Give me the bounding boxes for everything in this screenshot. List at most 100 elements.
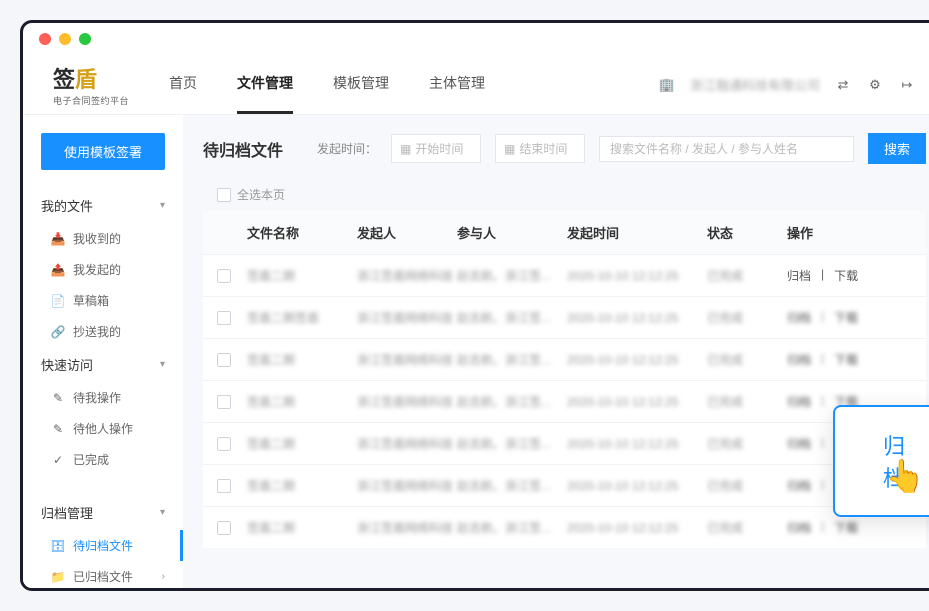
row-checkbox[interactable]	[217, 269, 231, 283]
logout-icon[interactable]: ↦	[898, 76, 916, 94]
check-icon: ✓	[51, 453, 65, 467]
file-table: 文件名称 发起人 参与人 发起时间 状态 操作 签盾二期浙江签盾网络科技赵志航、…	[203, 211, 926, 548]
archive-link[interactable]: 归档	[787, 267, 811, 284]
table-row: 签盾二期浙江签盾网络科技赵志航、浙江签...2020-10-10 12:12:2…	[203, 506, 926, 548]
row-checkbox[interactable]	[217, 311, 231, 325]
close-window-button[interactable]	[39, 33, 51, 45]
folder-icon: 📁	[51, 570, 65, 584]
sidebar-item-initiated[interactable]: 📤我发起的	[23, 254, 183, 285]
sidebar-item-pending-archive[interactable]: 🗄待归档文件	[23, 530, 183, 561]
cell-status: 已完成	[707, 267, 787, 284]
window-title-bar	[23, 23, 929, 55]
pending-icon: ✎	[51, 391, 65, 405]
download-link[interactable]: 下载	[834, 519, 858, 536]
sidebar-item-archived[interactable]: 📁已归档文件›	[23, 561, 183, 588]
divider: |	[821, 393, 824, 410]
cell-participant: 赵志航、浙江签...	[457, 351, 567, 368]
archive-link[interactable]: 归档	[787, 309, 811, 326]
cell-time: 2020-10-10 12:12:25	[567, 311, 707, 325]
col-initiator: 发起人	[357, 223, 457, 242]
sidebar-item-pending-others[interactable]: ✎ 待他人操作	[23, 413, 183, 444]
cell-time: 2020-10-10 12:12:25	[567, 269, 707, 283]
sidebar-item-label: 待归档文件	[73, 537, 133, 554]
chevron-down-icon: ▾	[160, 359, 165, 370]
col-name: 文件名称	[247, 223, 357, 242]
download-link[interactable]: 下载	[834, 351, 858, 368]
row-checkbox[interactable]	[217, 479, 231, 493]
minimize-window-button[interactable]	[59, 33, 71, 45]
time-label: 发起时间：	[317, 140, 377, 157]
app-header: 签盾 电子合同签约平台 首页 文件管理 模板管理 主体管理 🏢 浙江融通科技有限…	[23, 55, 929, 115]
cell-name: 签盾二期	[247, 267, 357, 284]
nav-templates[interactable]: 模板管理	[333, 55, 389, 114]
cell-participant: 赵志航、浙江签...	[457, 267, 567, 284]
cell-initiator: 浙江签盾网络科技	[357, 309, 457, 326]
archive-link[interactable]: 归档	[787, 351, 811, 368]
download-link[interactable]: 下载	[834, 267, 858, 284]
table-row: 签盾二期浙江签盾网络科技赵志航、浙江签...2020-10-10 12:12:2…	[203, 254, 926, 296]
others-icon: ✎	[51, 422, 65, 436]
select-all-label: 全选本页	[237, 186, 285, 203]
table-row: 签盾二期浙江签盾网络科技赵志航、浙江签...2020-10-10 12:12:2…	[203, 422, 926, 464]
popover-text: 归档	[883, 434, 905, 491]
archive-link[interactable]: 归档	[787, 393, 811, 410]
send-icon: 📤	[51, 263, 65, 277]
cell-time: 2020-10-10 12:12:25	[567, 521, 707, 535]
cell-status: 已完成	[707, 435, 787, 452]
maximize-window-button[interactable]	[79, 33, 91, 45]
sidebar-group-archive[interactable]: 归档管理 ▾	[23, 495, 183, 530]
end-date-input[interactable]: ▦结束时间	[495, 134, 585, 163]
archive-popover[interactable]: 归档	[833, 405, 929, 517]
use-template-button[interactable]: 使用模板签署	[41, 133, 165, 170]
nav-subjects[interactable]: 主体管理	[429, 55, 485, 114]
archive-link[interactable]: 归档	[787, 435, 811, 452]
sidebar-item-cc[interactable]: 🔗抄送我的	[23, 316, 183, 347]
building-icon: 🏢	[658, 76, 676, 94]
cell-status: 已完成	[707, 393, 787, 410]
archive-link[interactable]: 归档	[787, 477, 811, 494]
divider: |	[821, 267, 824, 284]
sidebar-group-quick[interactable]: 快速访问 ▾	[23, 347, 183, 382]
select-all-checkbox[interactable]	[217, 188, 231, 202]
table-row: 签盾二期浙江签盾网络科技赵志航、浙江签...2020-10-10 12:12:2…	[203, 464, 926, 506]
row-checkbox[interactable]	[217, 395, 231, 409]
row-checkbox[interactable]	[217, 521, 231, 535]
divider: |	[821, 309, 824, 326]
sidebar-item-drafts[interactable]: 📄草稿箱	[23, 285, 183, 316]
cell-name: 签盾二期	[247, 519, 357, 536]
browser-window: 签盾 电子合同签约平台 首页 文件管理 模板管理 主体管理 🏢 浙江融通科技有限…	[20, 20, 929, 591]
nav-files[interactable]: 文件管理	[237, 55, 293, 114]
sidebar-item-label: 我收到的	[73, 230, 121, 247]
search-input[interactable]	[599, 136, 854, 162]
nav-home[interactable]: 首页	[169, 55, 197, 114]
cell-name: 签盾二期	[247, 477, 357, 494]
download-link[interactable]: 下载	[834, 309, 858, 326]
row-checkbox[interactable]	[217, 437, 231, 451]
start-date-input[interactable]: ▦开始时间	[391, 134, 481, 163]
table-row: 签盾二期浙江签盾网络科技赵志航、浙江签...2020-10-10 12:12:2…	[203, 338, 926, 380]
cell-time: 2020-10-10 12:12:25	[567, 353, 707, 367]
search-button[interactable]: 搜索	[868, 133, 926, 164]
sidebar-group-label: 归档管理	[41, 503, 93, 522]
sidebar-group-my-files[interactable]: 我的文件 ▾	[23, 188, 183, 223]
gear-icon[interactable]: ⚙	[866, 76, 884, 94]
cell-participant: 赵志航、浙江签...	[457, 435, 567, 452]
sidebar-item-pending-me[interactable]: ✎ 待我操作	[23, 382, 183, 413]
divider: |	[821, 519, 824, 536]
sidebar-item-label: 待我操作	[73, 389, 121, 406]
divider: |	[821, 351, 824, 368]
sidebar-item-label: 抄送我的	[73, 323, 121, 340]
archive-link[interactable]: 归档	[787, 519, 811, 536]
cell-name: 签盾二期	[247, 435, 357, 452]
row-checkbox[interactable]	[217, 353, 231, 367]
chevron-down-icon: ▾	[160, 507, 165, 518]
sidebar-item-completed[interactable]: ✓已完成	[23, 444, 183, 475]
table-row: 签盾二期签盾浙江签盾网络科技赵志航、浙江签...2020-10-10 12:12…	[203, 296, 926, 338]
cell-initiator: 浙江签盾网络科技	[357, 393, 457, 410]
sidebar-item-label: 待他人操作	[73, 420, 133, 437]
cell-status: 已完成	[707, 477, 787, 494]
sidebar-item-received[interactable]: 📥我收到的	[23, 223, 183, 254]
col-participant: 参与人	[457, 223, 567, 242]
col-status: 状态	[707, 223, 787, 242]
switch-icon[interactable]: ⇄	[834, 76, 852, 94]
